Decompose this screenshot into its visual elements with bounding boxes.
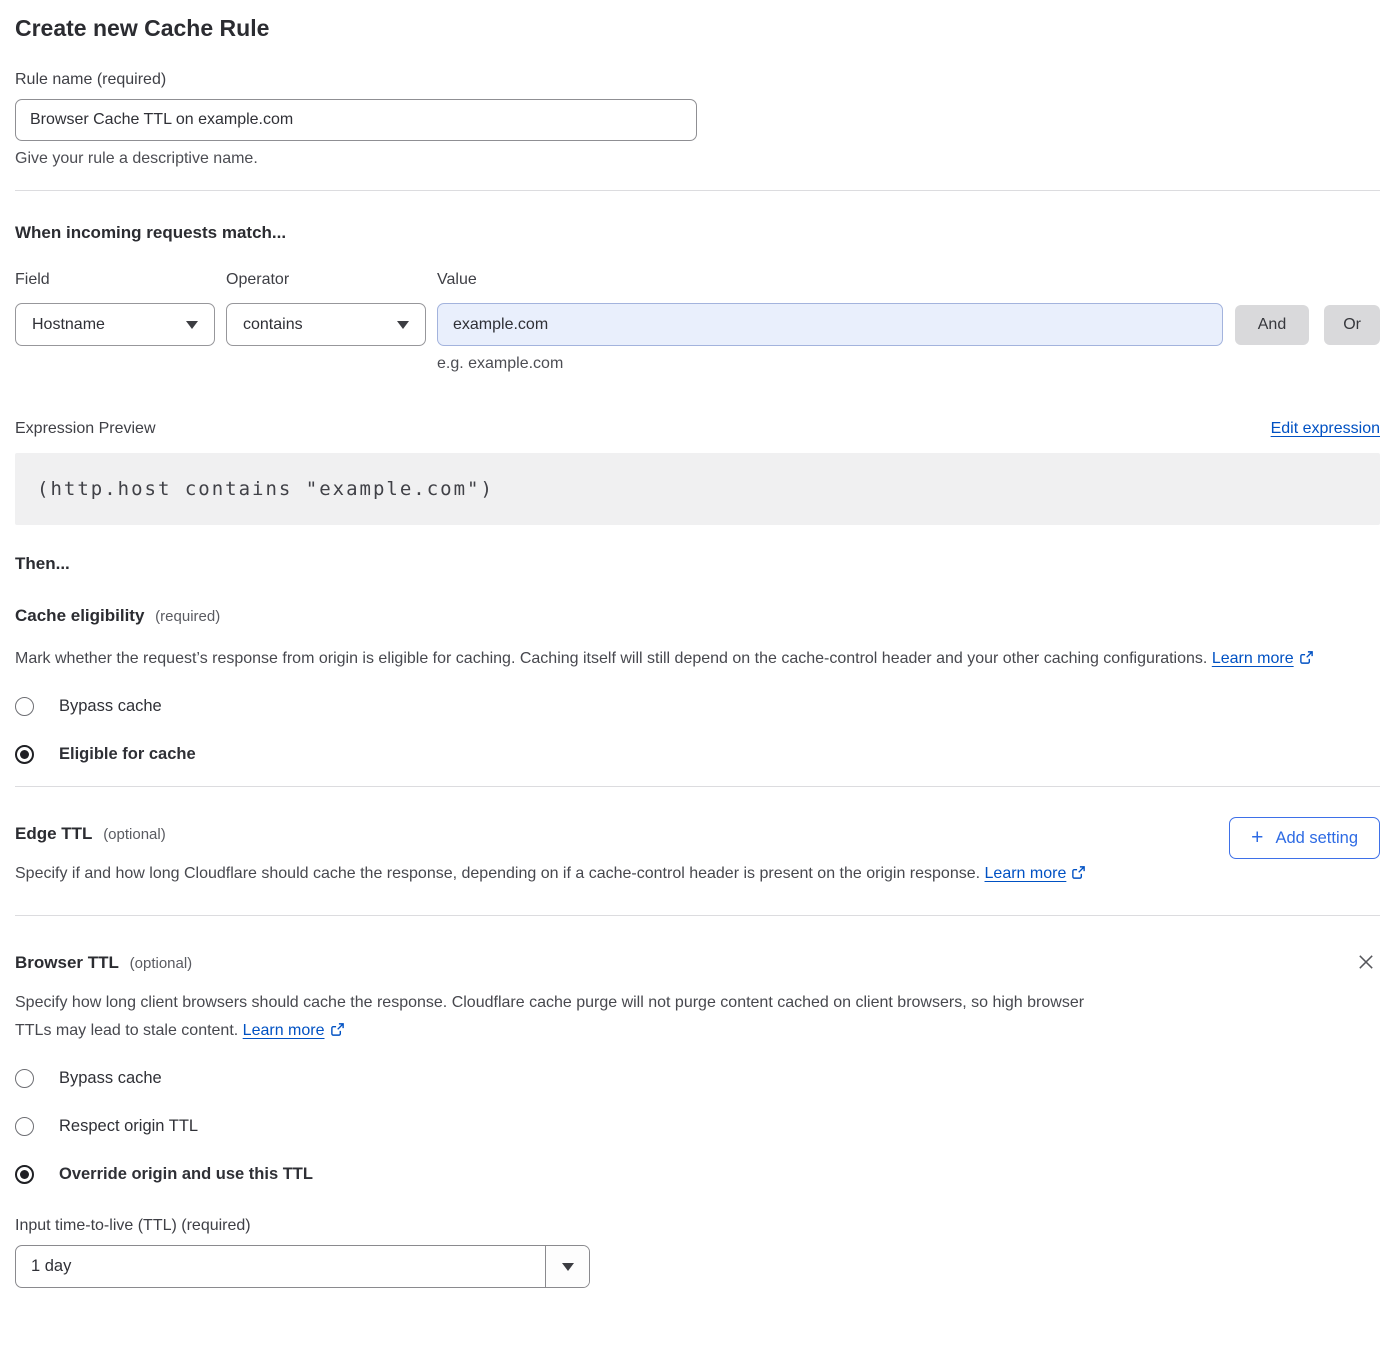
value-label: Value: [437, 270, 477, 289]
add-setting-button[interactable]: + Add setting: [1229, 817, 1380, 859]
radio-override-origin-ttl[interactable]: Override origin and use this TTL: [15, 1165, 1380, 1184]
rule-name-label: Rule name (required): [15, 70, 1380, 89]
close-icon[interactable]: [1355, 952, 1377, 974]
create-cache-rule-form: Create new Cache Rule Rule name (require…: [0, 0, 1400, 1306]
match-column-labels: Field Operator Value: [15, 270, 1380, 289]
cache-eligibility-qualifier: (required): [155, 608, 220, 625]
browser-ttl-learn-more-link[interactable]: Learn more: [243, 1022, 325, 1039]
browser-ttl-qualifier: (optional): [130, 955, 193, 972]
section-divider: [15, 786, 1380, 787]
edge-ttl-heading: Edge TTL (optional) + Add setting: [15, 823, 1380, 846]
browser-ttl-title: Browser TTL: [15, 953, 119, 972]
radio-icon: [15, 1165, 34, 1184]
cache-eligibility-heading: Cache eligibility (required): [15, 605, 1380, 628]
edge-ttl-title: Edge TTL: [15, 824, 92, 843]
external-link-icon: [1299, 647, 1314, 675]
expression-preview-label: Expression Preview: [15, 419, 156, 438]
page-title: Create new Cache Rule: [15, 0, 1380, 43]
ttl-select-arrow-button[interactable]: [545, 1246, 589, 1287]
radio-label: Override origin and use this TTL: [59, 1165, 313, 1184]
chevron-down-icon: [562, 1263, 574, 1271]
ttl-input-label: Input time-to-live (TTL) (required): [15, 1216, 1380, 1235]
ttl-select[interactable]: 1 day: [15, 1245, 590, 1288]
cache-eligibility-learn-more-link[interactable]: Learn more: [1212, 650, 1294, 667]
radio-bypass-cache[interactable]: Bypass cache: [15, 697, 1380, 716]
browser-ttl-description-text: Specify how long client browsers should …: [15, 994, 1084, 1039]
edit-expression-link[interactable]: Edit expression: [1271, 420, 1380, 438]
radio-respect-origin-ttl[interactable]: Respect origin TTL: [15, 1117, 1380, 1136]
cache-eligibility-title: Cache eligibility: [15, 606, 144, 625]
cache-eligibility-description-text: Mark whether the request’s response from…: [15, 650, 1207, 667]
chevron-down-icon: [186, 321, 198, 329]
expression-preview-row: Expression Preview Edit expression: [15, 419, 1380, 438]
edge-ttl-qualifier: (optional): [103, 826, 166, 843]
external-link-icon: [1071, 862, 1086, 890]
and-button[interactable]: And: [1235, 305, 1309, 345]
radio-icon: [15, 1069, 34, 1088]
radio-eligible-for-cache[interactable]: Eligible for cache: [15, 745, 1380, 764]
rule-name-help: Give your rule a descriptive name.: [15, 149, 1380, 168]
field-select[interactable]: Hostname: [15, 303, 215, 346]
operator-select-value: contains: [243, 316, 303, 334]
plus-icon: +: [1251, 827, 1263, 848]
browser-ttl-heading: Browser TTL (optional): [15, 952, 1380, 975]
operator-select[interactable]: contains: [226, 303, 426, 346]
match-heading: When incoming requests match...: [15, 222, 1380, 244]
radio-label: Bypass cache: [59, 1069, 162, 1088]
radio-label: Eligible for cache: [59, 745, 196, 764]
value-input[interactable]: [437, 303, 1223, 346]
add-setting-label: Add setting: [1275, 829, 1358, 848]
field-label: Field: [15, 270, 226, 289]
expression-code: (http.host contains "example.com"): [15, 453, 1380, 525]
then-heading: Then...: [15, 553, 1380, 574]
radio-icon: [15, 697, 34, 716]
operator-label: Operator: [226, 270, 437, 289]
external-link-icon: [330, 1019, 345, 1047]
or-button[interactable]: Or: [1324, 305, 1380, 345]
radio-label: Bypass cache: [59, 697, 162, 716]
radio-browser-bypass-cache[interactable]: Bypass cache: [15, 1069, 1380, 1088]
radio-label: Respect origin TTL: [59, 1117, 198, 1136]
edge-ttl-description: Specify if and how long Cloudflare shoul…: [15, 860, 1120, 890]
edge-ttl-learn-more-link[interactable]: Learn more: [985, 865, 1067, 882]
chevron-down-icon: [397, 321, 409, 329]
section-divider: [15, 190, 1380, 191]
section-divider: [15, 915, 1380, 916]
radio-icon: [15, 1117, 34, 1136]
cache-eligibility-description: Mark whether the request’s response from…: [15, 645, 1363, 675]
field-select-value: Hostname: [32, 316, 105, 334]
ttl-select-value: 1 day: [16, 1246, 545, 1287]
value-help: e.g. example.com: [437, 354, 1380, 373]
browser-ttl-description: Specify how long client browsers should …: [15, 989, 1120, 1047]
rule-name-input[interactable]: [15, 99, 697, 141]
match-controls-row: Hostname contains And Or: [15, 303, 1380, 346]
radio-icon: [15, 745, 34, 764]
edge-ttl-description-text: Specify if and how long Cloudflare shoul…: [15, 865, 980, 882]
